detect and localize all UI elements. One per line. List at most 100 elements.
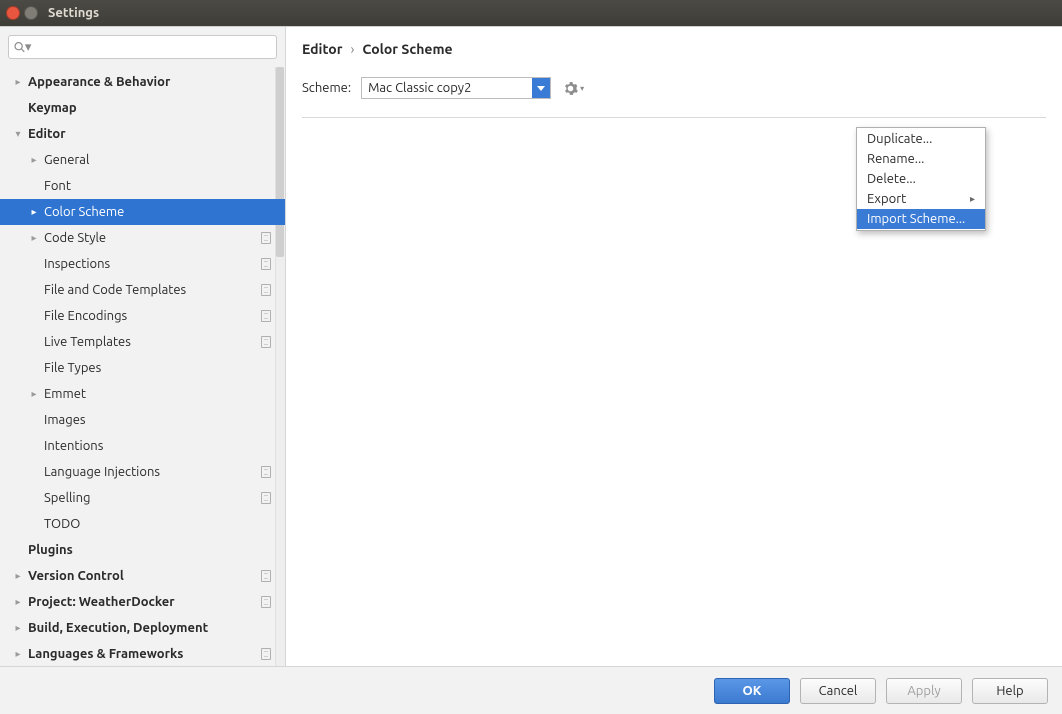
apply-button[interactable]: Apply <box>886 678 962 704</box>
scheme-combobox-arrow[interactable] <box>532 78 550 98</box>
tree-item[interactable]: ▸ Color Scheme <box>0 199 285 225</box>
tree-item-label: Plugins <box>28 543 271 557</box>
tree-item-label: Keymap <box>28 101 271 115</box>
tree-item-label: Intentions <box>44 439 271 453</box>
tree-item-label: TODO <box>44 517 271 531</box>
gear-icon <box>563 81 578 96</box>
chevron-right-icon: ▸ <box>12 76 24 88</box>
scheme-label: Scheme: <box>302 81 351 95</box>
tree-item[interactable]: ▸Live Templates <box>0 329 285 355</box>
tree-item-label: Build, Execution, Deployment <box>28 621 271 635</box>
tree-item[interactable]: ▸File Types <box>0 355 285 381</box>
tree-item-label: Appearance & Behavior <box>28 75 271 89</box>
project-scope-icon <box>261 492 271 504</box>
scheme-combobox[interactable]: Mac Classic copy2 <box>361 77 551 99</box>
chevron-down-icon <box>537 84 545 92</box>
tree-item[interactable]: ▸File and Code Templates <box>0 277 285 303</box>
chevron-right-icon: ▸ <box>12 570 24 582</box>
tree-item[interactable]: ▸Intentions <box>0 433 285 459</box>
chevron-down-icon: ▾ <box>580 84 584 93</box>
menu-item-label: Duplicate... <box>867 132 932 146</box>
search-input[interactable] <box>34 40 272 55</box>
tree-item[interactable]: ▸ Build, Execution, Deployment <box>0 615 285 641</box>
project-scope-icon <box>261 284 271 296</box>
tree-item-label: Code Style <box>44 231 257 245</box>
tree-item[interactable]: ▸Images <box>0 407 285 433</box>
chevron-right-icon: ▸ <box>28 388 40 400</box>
scheme-actions-menu: Duplicate... Rename... Delete... Export ▸ Imp… <box>856 127 986 231</box>
tree-item[interactable]: ▸TODO <box>0 511 285 537</box>
tree-item[interactable]: ▸ General <box>0 147 285 173</box>
tree-item-label: General <box>44 153 271 167</box>
tree-item-label: File and Code Templates <box>44 283 257 297</box>
breadcrumb-parent[interactable]: Editor <box>302 41 342 57</box>
content-divider <box>302 117 1046 118</box>
cancel-button[interactable]: Cancel <box>800 678 876 704</box>
chevron-right-icon: ▸ <box>28 154 40 166</box>
tree-item-label: File Types <box>44 361 271 375</box>
tree-item[interactable]: ▸Plugins <box>0 537 285 563</box>
project-scope-icon <box>261 648 271 660</box>
tree-item-label: Project: WeatherDocker <box>28 595 257 609</box>
project-scope-icon <box>261 570 271 582</box>
project-scope-icon <box>261 232 271 244</box>
tree-item[interactable]: ▸Keymap <box>0 95 285 121</box>
breadcrumb-sep-icon: › <box>350 41 354 57</box>
project-scope-icon <box>261 466 271 478</box>
help-button[interactable]: Help <box>972 678 1048 704</box>
tree-item-label: Images <box>44 413 271 427</box>
menu-item-label: Delete... <box>867 172 916 186</box>
tree-item[interactable]: ▸Language Injections <box>0 459 285 485</box>
menu-item[interactable]: Rename... <box>857 149 985 169</box>
tree-item[interactable]: ▸Project: WeatherDocker <box>0 589 285 615</box>
search-history-icon[interactable]: ▾ <box>25 40 32 55</box>
breadcrumb: Editor › Color Scheme <box>302 27 1046 63</box>
menu-item-label: Import Scheme... <box>867 212 965 226</box>
chevron-right-icon: ▸ <box>28 206 40 218</box>
window-title: Settings <box>48 6 99 20</box>
tree-item-label: Editor <box>28 127 271 141</box>
chevron-right-icon: ▸ <box>12 648 24 660</box>
tree-item-label: Emmet <box>44 387 271 401</box>
menu-item[interactable]: Delete... <box>857 169 985 189</box>
tree-item[interactable]: ▸Code Style <box>0 225 285 251</box>
menu-item-label: Rename... <box>867 152 924 166</box>
search-field-wrap[interactable]: ▾ <box>8 35 277 59</box>
project-scope-icon <box>261 336 271 348</box>
tree-item[interactable]: ▸Inspections <box>0 251 285 277</box>
tree-item-label: Inspections <box>44 257 257 271</box>
breadcrumb-current: Color Scheme <box>362 41 452 57</box>
tree-item[interactable]: ▸Font <box>0 173 285 199</box>
tree-item-label: Language Injections <box>44 465 257 479</box>
project-scope-icon <box>261 258 271 270</box>
scheme-selected-value: Mac Classic copy2 <box>362 81 532 95</box>
ok-button[interactable]: OK <box>714 678 790 704</box>
tree-item-label: Live Templates <box>44 335 257 349</box>
tree-item[interactable]: ▸ Appearance & Behavior <box>0 69 285 95</box>
chevron-down-icon: ▾ <box>12 128 24 140</box>
tree-item[interactable]: ▾ Editor <box>0 121 285 147</box>
menu-item[interactable]: Duplicate... <box>857 129 985 149</box>
tree-item[interactable]: ▸File Encodings <box>0 303 285 329</box>
chevron-right-icon: ▸ <box>970 193 975 205</box>
tree-item-label: Languages & Frameworks <box>28 647 257 661</box>
window-close-button[interactable] <box>6 6 20 20</box>
tree-item-label: Font <box>44 179 271 193</box>
window-titlebar: Settings <box>0 0 1062 26</box>
tree-item-label: Spelling <box>44 491 257 505</box>
chevron-right-icon: ▸ <box>12 622 24 634</box>
tree-item[interactable]: ▸ Languages & Frameworks <box>0 641 285 666</box>
menu-item[interactable]: Export ▸ <box>857 189 985 209</box>
menu-item-label: Export <box>867 192 906 206</box>
tree-item[interactable]: ▸ Version Control <box>0 563 285 589</box>
window-minimize-button[interactable] <box>24 6 38 20</box>
tree-item[interactable]: ▸Spelling <box>0 485 285 511</box>
dialog-button-bar: OK Cancel Apply Help <box>0 666 1062 714</box>
settings-tree: ▸Appearance & Behavior▸Keymap▾Editor▸Gen… <box>0 67 285 666</box>
tree-item[interactable]: ▸ Emmet <box>0 381 285 407</box>
tree-item-label: Color Scheme <box>44 205 271 219</box>
settings-main: Editor › Color Scheme Scheme: Mac Classi… <box>286 27 1062 666</box>
menu-item[interactable]: Import Scheme... <box>857 209 985 229</box>
scheme-actions-button[interactable]: ▾ <box>561 79 586 98</box>
tree-item-label: Version Control <box>28 569 257 583</box>
